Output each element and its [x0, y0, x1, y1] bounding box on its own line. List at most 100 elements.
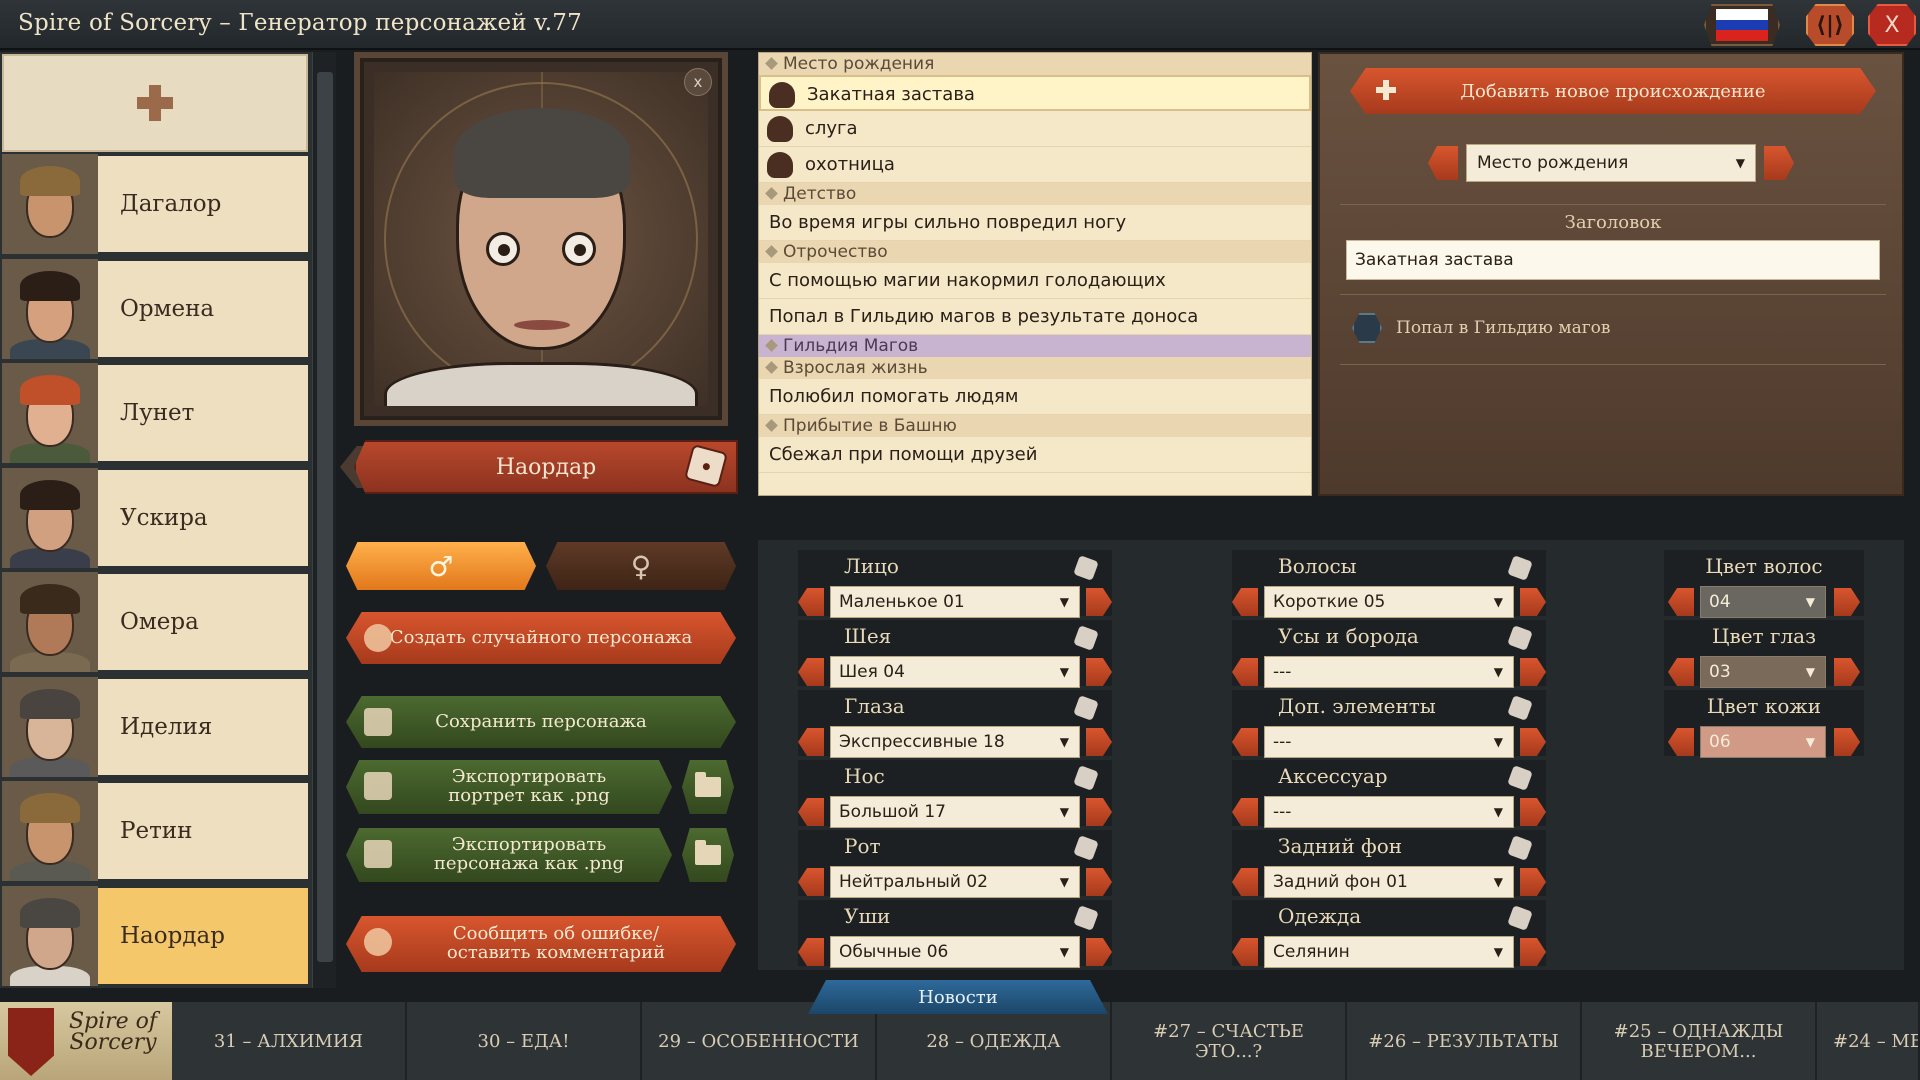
appearance-attribute: Задний фон Задний фон 01 ▼	[1192, 830, 1552, 898]
character-avatar	[2, 676, 98, 777]
attribute-select[interactable]: Селянин ▼	[1264, 936, 1514, 968]
attribute-label: Шея	[844, 624, 892, 648]
attribute-select[interactable]: Маленькое 01 ▼	[830, 586, 1080, 618]
export-portrait-button[interactable]: Экспортировать портрет как .png	[346, 760, 672, 814]
character-list-item[interactable]: Дагалор	[2, 154, 308, 256]
bug-icon	[364, 928, 392, 956]
game-logo[interactable]: Spire of Sorcery	[0, 1002, 172, 1080]
color-value: 06	[1709, 732, 1731, 752]
backstory-item[interactable]: Закатная застава	[759, 75, 1311, 111]
close-app-button[interactable]: X	[1868, 4, 1916, 46]
color-value: 04	[1709, 592, 1731, 612]
attribute-select[interactable]: Экспрессивные 18 ▼	[830, 726, 1080, 758]
export-character-folder-button[interactable]	[682, 828, 734, 882]
appearance-attribute: Уши Обычные 06 ▼	[758, 900, 1118, 968]
hexagon-icon	[1352, 313, 1382, 343]
news-tab[interactable]: Новости	[808, 980, 1108, 1014]
chevron-down-icon: ▼	[1805, 595, 1815, 609]
chevron-down-icon: ▼	[1059, 805, 1069, 819]
character-list-item[interactable]: Ускира	[2, 467, 308, 570]
avatar-hair	[20, 793, 80, 823]
attribute-select[interactable]: Нейтральный 02 ▼	[830, 866, 1080, 898]
backstory-item[interactable]: Полюбил помогать людям	[759, 379, 1311, 415]
news-item[interactable]: 31 – АЛХИМИЯ	[172, 1002, 407, 1080]
character-avatar	[2, 572, 98, 672]
appearance-editor: Лицо Маленькое 01 ▼ Шея Шея 04 ▼ Глаза Экспресс…	[758, 540, 1904, 970]
backstory-item[interactable]: слуга	[759, 111, 1311, 147]
male-gender-button[interactable]: ♂	[346, 542, 536, 590]
female-gender-button[interactable]: ♀	[546, 542, 736, 590]
backstory-item[interactable]: Сбежал при помощи друзей	[759, 437, 1311, 473]
chevron-down-icon: ▼	[1493, 665, 1503, 679]
news-item[interactable]: #24 – МЕ	[1817, 1002, 1920, 1080]
character-avatar	[2, 258, 98, 359]
chevron-down-icon: ▼	[1493, 805, 1503, 819]
backstory-section-header[interactable]: Гильдия Магов	[759, 335, 1311, 357]
news-item[interactable]: #27 – СЧАСТЬЕ ЭТО...?	[1112, 1002, 1347, 1080]
attribute-select[interactable]: Большой 17 ▼	[830, 796, 1080, 828]
color-select[interactable]: 03 ▼	[1700, 656, 1826, 688]
portrait-close-button[interactable]: x	[684, 68, 712, 96]
character-name-banner[interactable]: Наордар	[354, 440, 738, 494]
russian-flag-icon	[1716, 9, 1768, 42]
attribute-select[interactable]: Обычные 06 ▼	[830, 936, 1080, 968]
add-origin-button[interactable]: Добавить новое происхождение	[1350, 68, 1876, 114]
backstory-section-header[interactable]: Прибытие в Башню	[759, 415, 1311, 437]
color-select[interactable]: 04 ▼	[1700, 586, 1826, 618]
character-name: Наордар	[120, 922, 225, 949]
news-item[interactable]: #25 – ОДНАЖДЫ ВЕЧЕРОМ...	[1582, 1002, 1817, 1080]
news-item[interactable]: 30 – ЕДА!	[407, 1002, 642, 1080]
color-select[interactable]: 06 ▼	[1700, 726, 1826, 758]
backstory-item[interactable]: охотница	[759, 147, 1311, 183]
attribute-select[interactable]: --- ▼	[1264, 796, 1514, 828]
attribute-select[interactable]: Короткие 05 ▼	[1264, 586, 1514, 618]
title-bar: Spire of Sorcery – Генератор персонажей …	[0, 0, 1920, 50]
avatar-hair	[20, 584, 80, 614]
character-list-item[interactable]: Ретин	[2, 781, 308, 883]
news-item[interactable]: #26 – РЕЗУЛЬТАТЫ	[1347, 1002, 1582, 1080]
backstory-item[interactable]: Во время игры сильно повредил ногу	[759, 205, 1311, 241]
backstory-section-header[interactable]: Отрочество	[759, 241, 1311, 263]
attribute-select[interactable]: Задний фон 01 ▼	[1264, 866, 1514, 898]
backstory-item[interactable]: С помощью магии накормил голодающих	[759, 263, 1311, 299]
character-list: Дагалор Ормена Лунет Ускира Омера Иделия Ретин…	[0, 52, 312, 988]
save-character-button[interactable]: Сохранить персонажа	[346, 696, 736, 748]
character-name: Ускира	[120, 504, 208, 531]
color-attribute-label: Цвет кожи	[1706, 694, 1822, 718]
export-character-button[interactable]: Экспортировать персонажа как .png	[346, 828, 672, 882]
chevron-down-icon: ▼	[1805, 665, 1815, 679]
guild-tag-row[interactable]: Попал в Гильдию магов	[1352, 312, 1610, 344]
character-list-item[interactable]: Ормена	[2, 258, 308, 361]
appearance-attribute: Нос Большой 17 ▼	[758, 760, 1118, 828]
backstory-section-header[interactable]: Детство	[759, 183, 1311, 205]
language-button[interactable]	[1704, 4, 1780, 46]
backstory-section-header[interactable]: Взрослая жизнь	[759, 357, 1311, 379]
attribute-select[interactable]: Шея 04 ▼	[830, 656, 1080, 688]
character-list-item[interactable]: Омера	[2, 572, 308, 674]
character-name: Иделия	[120, 713, 213, 740]
backstory-section-header[interactable]: Место рождения	[759, 53, 1311, 75]
appearance-attribute: Аксессуар --- ▼	[1192, 760, 1552, 828]
origin-category-prev-button[interactable]	[1428, 146, 1458, 180]
origin-category-select[interactable]: Место рождения ▼	[1466, 144, 1756, 182]
character-list-item[interactable]: Лунет	[2, 363, 308, 465]
character-list-scrollbar[interactable]	[312, 52, 336, 988]
scrollbar-thumb[interactable]	[317, 72, 333, 962]
export-portrait-folder-button[interactable]	[682, 760, 734, 814]
add-character-button[interactable]	[2, 54, 308, 152]
attribute-select[interactable]: --- ▼	[1264, 726, 1514, 758]
origin-category-next-button[interactable]	[1764, 146, 1794, 180]
backstory-item[interactable]: Попал в Гильдию магов в результате донос…	[759, 299, 1311, 335]
attribute-label: Нос	[844, 764, 885, 788]
settings-button[interactable]: ⟨|⟩	[1806, 4, 1854, 46]
chevron-down-icon: ▼	[1059, 665, 1069, 679]
character-list-item[interactable]: Наордар	[2, 885, 308, 988]
backstory-item-label: Во время игры сильно повредил ногу	[769, 212, 1127, 233]
character-list-item[interactable]: Иделия	[2, 676, 308, 779]
heading-input[interactable]: Закатная застава	[1346, 240, 1880, 280]
report-bug-button[interactable]: Сообщить об ошибке/оставить комментарий	[346, 916, 736, 972]
attribute-select[interactable]: --- ▼	[1264, 656, 1514, 688]
random-character-button[interactable]: Создать случайного персонажа	[346, 612, 736, 664]
folder-icon	[695, 840, 721, 865]
attribute-value: Нейтральный 02	[839, 872, 988, 892]
